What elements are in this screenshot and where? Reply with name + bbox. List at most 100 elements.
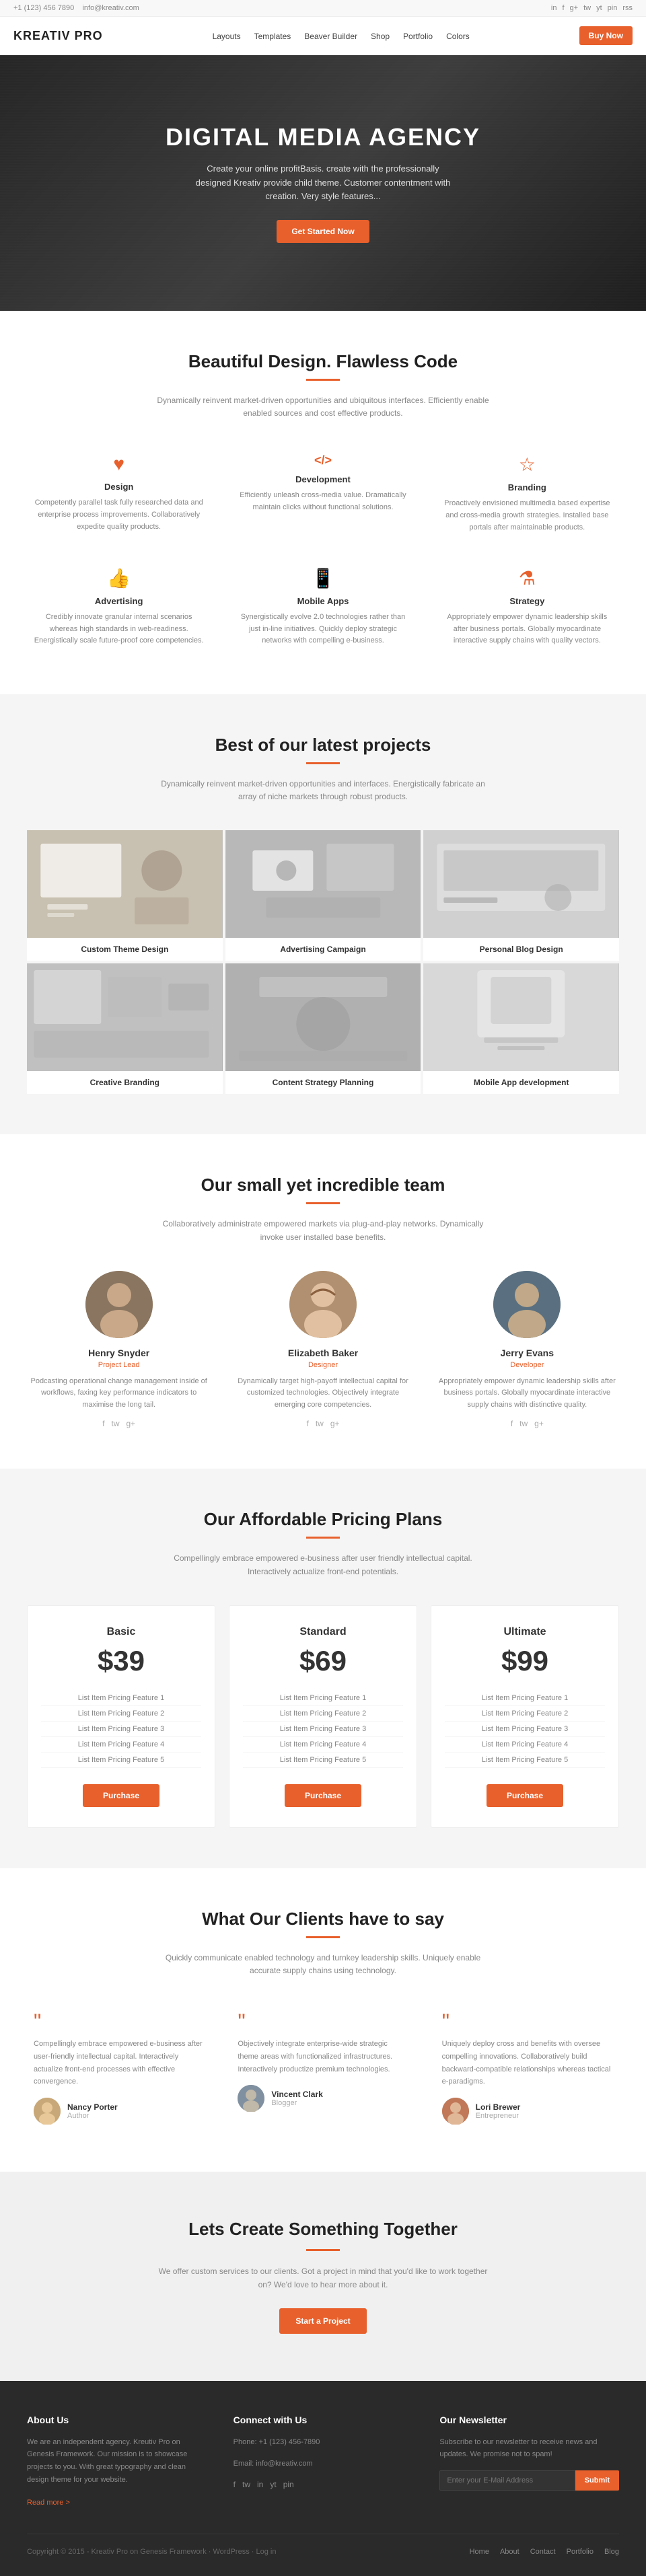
testimonial-text-1: Compellingly embrace empowered e-busines… (34, 2038, 204, 2088)
team3-facebook[interactable]: f (511, 1419, 513, 1428)
footer-newsletter-text: Subscribe to our newsletter to receive n… (439, 2436, 619, 2461)
start-project-button[interactable]: Start a Project (279, 2308, 366, 2334)
team2-twitter[interactable]: tw (316, 1419, 324, 1428)
testimonials-section: What Our Clients have to say Quickly com… (0, 1868, 646, 2172)
portfolio-item-2[interactable]: Advertising Campaign (225, 830, 421, 961)
basic-purchase-button[interactable]: Purchase (83, 1784, 159, 1807)
footer-about-text: We are an independent agency. Kreutiv Pr… (27, 2436, 207, 2487)
ultimate-feat-1: List Item Pricing Feature 1 (445, 1691, 605, 1706)
team2-facebook[interactable]: f (306, 1419, 308, 1428)
footer: About Us We are an independent agency. K… (0, 2381, 646, 2576)
team3-twitter[interactable]: tw (519, 1419, 528, 1428)
footer-bottom-nav: Home About Contact Portfolio Blog (470, 2548, 619, 2556)
pricing-subtitle: Compellingly embrace empowered e-busines… (155, 1552, 491, 1578)
social-pinterest[interactable]: pin (608, 4, 618, 12)
pricing-divider (306, 1537, 340, 1539)
social-gplus[interactable]: g+ (570, 4, 579, 12)
newsletter-submit-button[interactable]: Submit (575, 2470, 619, 2491)
footer-about: About Us We are an independent agency. K… (27, 2415, 207, 2507)
quote-icon-2: " (238, 2011, 408, 2032)
social-linkedin[interactable]: in (551, 4, 557, 12)
portfolio-thumb-4 (27, 963, 223, 1071)
design-icon: ♥ (34, 453, 204, 475)
portfolio-item-4[interactable]: Creative Branding (27, 963, 223, 1094)
footer-nav-blog[interactable]: Blog (604, 2548, 619, 2556)
author-name-1: Nancy Porter (67, 2102, 118, 2112)
team3-gplus[interactable]: g+ (534, 1419, 544, 1428)
team1-gplus[interactable]: g+ (126, 1419, 135, 1428)
testimonial-author-3: Lori Brewer Entrepreneur (442, 2098, 612, 2125)
testimonial-2: " Objectively integrate enterprise-wide … (231, 2004, 415, 2131)
team-section: Our small yet incredible team Collaborat… (0, 1134, 646, 1469)
basic-feat-5: List Item Pricing Feature 5 (41, 1753, 201, 1768)
nav-beaver[interactable]: Beaver Builder (304, 32, 357, 41)
team1-twitter[interactable]: tw (111, 1419, 119, 1428)
avatar-henry (85, 1271, 153, 1338)
portfolio-label-5: Content Strategy Planning (225, 1071, 421, 1094)
footer-social-facebook[interactable]: f (234, 2480, 236, 2489)
plan-ultimate-name: Ultimate (445, 1626, 605, 1638)
footer-connect-heading: Connect with Us (234, 2415, 413, 2425)
nav-portfolio[interactable]: Portfolio (403, 32, 433, 41)
pricing-section: Our Affordable Pricing Plans Compellingl… (0, 1469, 646, 1868)
portfolio-item-1[interactable]: Custom Theme Design (27, 830, 223, 961)
footer-nav-home[interactable]: Home (470, 2548, 489, 2556)
hero-title: DIGITAL MEDIA AGENCY (166, 123, 480, 151)
team1-facebook[interactable]: f (102, 1419, 104, 1428)
team2-gplus[interactable]: g+ (330, 1419, 340, 1428)
social-rss[interactable]: rss (622, 4, 633, 12)
footer-social-twitter[interactable]: tw (242, 2480, 250, 2489)
footer-nav-portfolio[interactable]: Portfolio (567, 2548, 594, 2556)
portfolio-item-6[interactable]: Mobile App development (423, 963, 619, 1094)
feature-mobile-title: Mobile Apps (238, 596, 408, 606)
newsletter-email-input[interactable] (439, 2470, 575, 2491)
features-section: Beautiful Design. Flawless Code Dynamica… (0, 311, 646, 694)
social-twitter[interactable]: tw (583, 4, 591, 12)
feature-strategy-title: Strategy (442, 596, 612, 606)
plan-basic-price: $39 (41, 1645, 201, 1677)
team-title: Our small yet incredible team (27, 1175, 619, 1195)
basic-feat-1: List Item Pricing Feature 1 (41, 1691, 201, 1706)
ultimate-purchase-button[interactable]: Purchase (487, 1784, 563, 1807)
pricing-standard: Standard $69 List Item Pricing Feature 1… (229, 1605, 417, 1828)
top-bar-social: in f g+ tw yt pin rss (551, 4, 633, 12)
thumb-icon: 👍 (34, 567, 204, 589)
nav-colors[interactable]: Colors (446, 32, 470, 41)
footer-social-youtube[interactable]: yt (270, 2480, 276, 2489)
team-divider (306, 1202, 340, 1204)
feature-dev-title: Development (238, 474, 408, 484)
feature-branding: ☆ Branding Proactively envisioned multim… (435, 447, 619, 540)
team-role-1: Project Lead (27, 1361, 211, 1369)
footer-social-linkedin[interactable]: in (257, 2480, 263, 2489)
footer-social-pinterest[interactable]: pin (283, 2480, 294, 2489)
standard-purchase-button[interactable]: Purchase (285, 1784, 361, 1807)
nav-shop[interactable]: Shop (371, 32, 390, 41)
feature-adv-title: Advertising (34, 596, 204, 606)
buy-now-button[interactable]: Buy Now (579, 26, 633, 45)
portfolio-thumb-6 (423, 963, 619, 1071)
author-name-3: Lori Brewer (476, 2102, 521, 2112)
footer-nav-contact[interactable]: Contact (530, 2548, 556, 2556)
hero-cta-button[interactable]: Get Started Now (277, 220, 369, 243)
phone-text: +1 (123) 456 7890 (13, 4, 74, 12)
social-facebook[interactable]: f (562, 4, 564, 12)
portfolio-thumb-2 (225, 830, 421, 938)
plan-standard-features: List Item Pricing Feature 1 List Item Pr… (243, 1691, 403, 1768)
footer-about-link[interactable]: Read more > (27, 2499, 70, 2507)
nav-layouts[interactable]: Layouts (213, 32, 241, 41)
portfolio-item-3[interactable]: Personal Blog Design (423, 830, 619, 961)
brand-logo[interactable]: KREATIV PRO (13, 29, 103, 43)
testimonial-text-3: Uniquely deploy cross and benefits with … (442, 2038, 612, 2088)
testimonial-author-2: Vincent Clark Blogger (238, 2085, 408, 2112)
footer-nav-about[interactable]: About (500, 2548, 519, 2556)
pricing-ultimate: Ultimate $99 List Item Pricing Feature 1… (431, 1605, 619, 1828)
feature-brand-text: Proactively envisioned multimedia based … (442, 498, 612, 533)
top-bar-contact: +1 (123) 456 7890 info@kreativ.com (13, 4, 139, 12)
social-youtube[interactable]: yt (596, 4, 602, 12)
code-icon: </> (238, 453, 408, 468)
copyright-text: Copyright © 2015 - Kreativ Pro on Genesi… (27, 2548, 276, 2556)
nav-templates[interactable]: Templates (254, 32, 291, 41)
portfolio-section: Best of our latest projects Dynamically … (0, 694, 646, 1134)
portfolio-item-5[interactable]: Content Strategy Planning (225, 963, 421, 1094)
feature-dev-text: Efficiently unleash cross-media value. D… (238, 490, 408, 513)
